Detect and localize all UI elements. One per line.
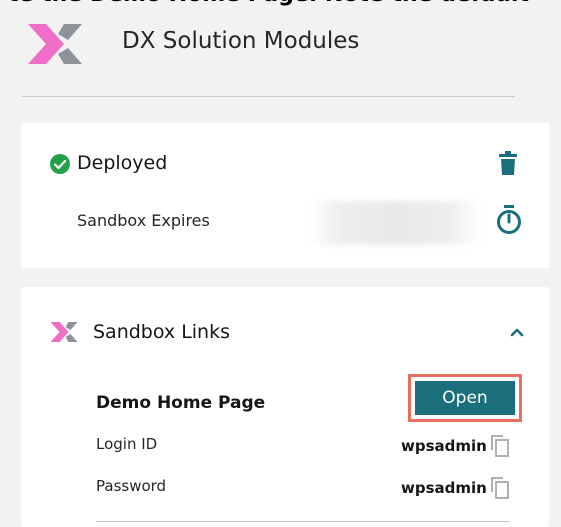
header-divider — [22, 96, 515, 97]
app-header: DX Solution Modules — [0, 0, 561, 100]
copy-icon[interactable] — [491, 477, 509, 499]
sandbox-links-card: Sandbox Links Demo Home Page Open Login … — [21, 287, 549, 527]
check-circle-icon — [50, 154, 70, 174]
login-id-value: wpsadmin — [401, 437, 487, 455]
copy-icon[interactable] — [491, 435, 509, 457]
sandbox-expires-label: Sandbox Expires — [77, 211, 210, 230]
open-button-highlight: Open — [408, 374, 522, 422]
links-divider — [96, 521, 510, 522]
sandbox-links-title: Sandbox Links — [93, 321, 230, 343]
timer-icon — [497, 205, 521, 234]
demo-home-page-label: Demo Home Page — [96, 393, 266, 413]
sandbox-expires-value-redacted — [309, 201, 481, 245]
dx-logo-icon — [50, 322, 78, 342]
password-value: wpsadmin — [401, 479, 487, 497]
open-button[interactable]: Open — [415, 381, 515, 415]
deployment-status-card: Deployed Sandbox Expires — [21, 123, 549, 268]
app-title: DX Solution Modules — [122, 28, 360, 54]
password-label: Password — [96, 477, 167, 495]
chevron-up-icon[interactable] — [509, 324, 525, 340]
login-id-label: Login ID — [96, 435, 158, 453]
dx-logo-icon — [28, 24, 82, 64]
deployed-status-label: Deployed — [77, 152, 168, 174]
trash-icon[interactable] — [499, 151, 517, 175]
